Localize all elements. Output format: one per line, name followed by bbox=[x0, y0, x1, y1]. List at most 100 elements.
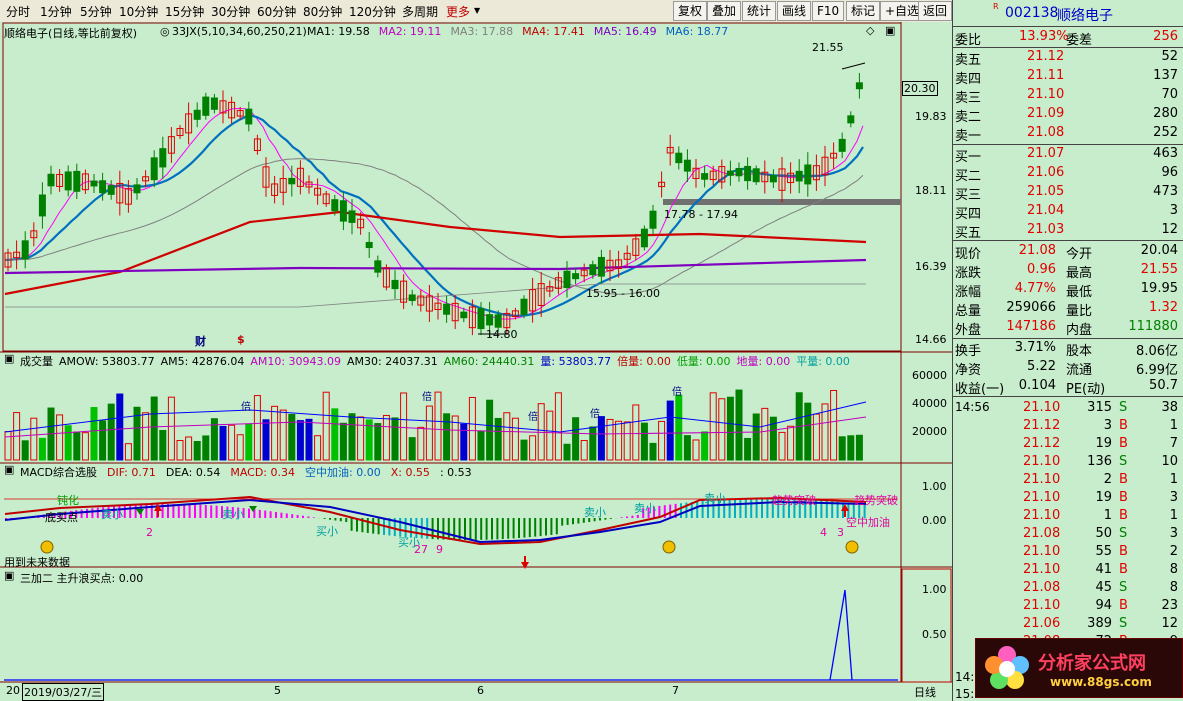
candle-body bbox=[597, 256, 605, 277]
book-row[interactable]: 卖一 21.08 252 bbox=[953, 125, 1183, 144]
period-tab-1min[interactable]: 1分钟 bbox=[40, 3, 72, 20]
volume-bar bbox=[443, 413, 451, 461]
more-chevron-icon[interactable]: ▼ bbox=[474, 6, 480, 15]
low-price-label: 14.80 bbox=[486, 328, 518, 341]
book-row[interactable]: 买一 21.07 463 bbox=[953, 146, 1183, 165]
legend-item: MA4: 17.41 bbox=[522, 25, 585, 38]
period-tab-60min[interactable]: 60分钟 bbox=[257, 3, 296, 20]
candle-body bbox=[64, 171, 72, 191]
volume-bar bbox=[417, 426, 425, 461]
mark-button[interactable]: 标记 bbox=[846, 1, 881, 21]
stock-name: 顺络电子 bbox=[1057, 8, 1113, 24]
volume-bar bbox=[787, 425, 795, 461]
divider bbox=[953, 396, 1183, 397]
period-tab-5min[interactable]: 5分钟 bbox=[80, 3, 112, 20]
stat-label: 最高 bbox=[1066, 266, 1093, 281]
y-tick: 40000 bbox=[912, 397, 947, 410]
book-price: 21.11 bbox=[1027, 68, 1065, 83]
period-tab-80min[interactable]: 80分钟 bbox=[303, 3, 342, 20]
tick-volume: 389 bbox=[1087, 616, 1112, 631]
period-toolbar: 分时 1分钟 5分钟 10分钟 15分钟 30分钟 60分钟 80分钟 120分… bbox=[0, 0, 953, 23]
period-tab-10min[interactable]: 10分钟 bbox=[119, 3, 158, 20]
more-periods-button[interactable]: 更多 bbox=[446, 3, 470, 20]
volume-bar bbox=[589, 426, 597, 461]
volume-bar bbox=[64, 425, 72, 461]
legend-item: AMOW: 53803.77 bbox=[59, 355, 155, 368]
divider bbox=[953, 47, 1183, 48]
ma-line bbox=[4, 158, 864, 295]
volume-bar bbox=[709, 392, 717, 461]
diamond-icon[interactable]: ◇ bbox=[866, 24, 874, 37]
stat-value: 0.104 bbox=[1018, 378, 1056, 393]
macd-note: 底买点 bbox=[45, 511, 78, 524]
macd-note: 钝化 bbox=[57, 494, 79, 507]
indicator-settings-icon[interactable]: ◎ bbox=[160, 25, 170, 38]
candle-body bbox=[99, 180, 107, 194]
book-row[interactable]: 买二 21.06 96 bbox=[953, 165, 1183, 184]
y-tick: 19.83 bbox=[915, 110, 947, 123]
book-row[interactable]: 卖三 21.10 70 bbox=[953, 87, 1183, 106]
weibi-label: 委比 bbox=[955, 33, 982, 48]
period-tab-multi[interactable]: 多周期 bbox=[402, 3, 438, 20]
volume-bar bbox=[73, 431, 81, 461]
book-row[interactable]: 卖四 21.11 137 bbox=[953, 68, 1183, 87]
volume-bar bbox=[572, 417, 580, 461]
tick-row: 21.10 1 B 1 bbox=[953, 508, 1183, 526]
book-row[interactable]: 买四 21.04 3 bbox=[953, 203, 1183, 222]
tick-count: 12 bbox=[1161, 616, 1178, 631]
candle-body bbox=[365, 241, 373, 249]
candle-body bbox=[640, 228, 648, 248]
tick-side: B bbox=[1119, 418, 1128, 433]
tick-row: 21.12 19 B 7 bbox=[953, 436, 1183, 454]
back-button[interactable]: 返回 bbox=[918, 1, 953, 21]
period-tab-120min[interactable]: 120分钟 bbox=[349, 3, 396, 20]
statistics-button[interactable]: 统计 bbox=[742, 1, 777, 21]
period-label[interactable]: 日线 bbox=[914, 684, 936, 700]
volume-bar bbox=[81, 432, 89, 461]
volume-bar bbox=[322, 391, 330, 461]
volume-panel-icon[interactable]: ▣ bbox=[4, 352, 14, 365]
legend-item: DIF: 0.71 bbox=[106, 466, 156, 479]
tick-row: 21.10 136 S 10 bbox=[953, 454, 1183, 472]
overlay-button[interactable]: 叠加 bbox=[707, 1, 742, 21]
stat-label: 涨幅 bbox=[955, 285, 982, 300]
volume-bar bbox=[830, 389, 838, 461]
volume-bar bbox=[150, 396, 158, 461]
high-arrow bbox=[841, 62, 866, 70]
volume-bar bbox=[159, 429, 167, 461]
volume-bar bbox=[511, 417, 519, 461]
book-row[interactable]: 卖五 21.12 52 bbox=[953, 49, 1183, 68]
candle-body bbox=[391, 279, 399, 290]
tick-price: 21.12 bbox=[1023, 418, 1061, 433]
finance-marker[interactable]: 财 bbox=[195, 333, 206, 349]
period-tab-timeshare[interactable]: 分时 bbox=[6, 3, 30, 20]
chart-area[interactable]: 顺络电子(日线,等比前复权) ◎ 33JX(5,10,34,60,250,21)… bbox=[0, 22, 952, 701]
panel-toggle-icon[interactable]: ▣ bbox=[885, 24, 895, 37]
month-tick: 7 bbox=[672, 684, 679, 697]
period-tab-15min[interactable]: 15分钟 bbox=[165, 3, 204, 20]
f10-button[interactable]: F10 bbox=[812, 1, 845, 21]
macd-count: 4 bbox=[820, 526, 827, 539]
dividend-marker[interactable]: $ bbox=[237, 333, 245, 346]
book-row[interactable]: 买五 21.03 12 bbox=[953, 222, 1183, 241]
stat-value: 6.99亿 bbox=[1136, 363, 1178, 378]
volume-bar bbox=[486, 399, 494, 461]
tick-side: S bbox=[1119, 580, 1128, 595]
book-row[interactable]: 卖二 21.09 280 bbox=[953, 106, 1183, 125]
legend-item: X: 0.55 bbox=[390, 466, 430, 479]
draw-line-button[interactable]: 画线 bbox=[777, 1, 812, 21]
book-row[interactable]: 买三 21.05 473 bbox=[953, 184, 1183, 203]
stat-value: 50.7 bbox=[1149, 378, 1178, 393]
period-tab-30min[interactable]: 30分钟 bbox=[211, 3, 250, 20]
indicator-name[interactable]: 33JX(5,10,34,60,250,21) bbox=[172, 25, 307, 38]
candle-body bbox=[47, 173, 55, 187]
sjr-legend: 三加二 主升浪买点: 0.00 bbox=[20, 572, 144, 585]
volume-bar bbox=[339, 422, 347, 461]
candle-body bbox=[675, 152, 683, 164]
macd-note: 买小 bbox=[316, 525, 338, 538]
adjust-button[interactable]: 复权 bbox=[673, 1, 708, 21]
sjr-panel-icon[interactable]: ▣ bbox=[4, 569, 14, 582]
macd-panel-icon[interactable]: ▣ bbox=[4, 463, 14, 476]
candle-body bbox=[795, 170, 803, 182]
volume-bar bbox=[718, 398, 726, 461]
